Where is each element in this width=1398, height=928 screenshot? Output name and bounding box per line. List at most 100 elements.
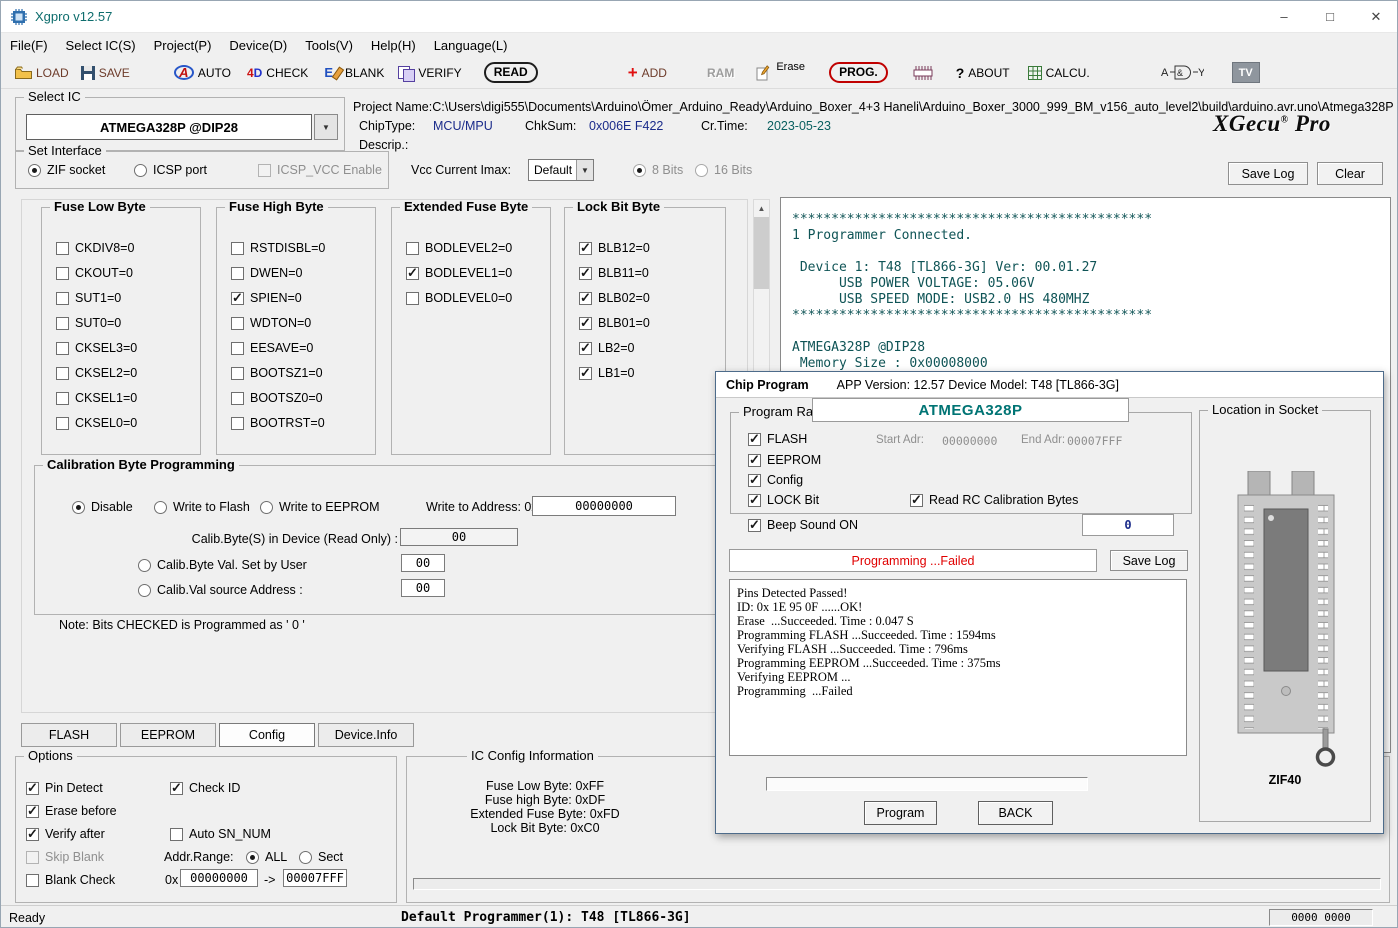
calib-src-input[interactable]: 00 bbox=[401, 579, 445, 597]
lock-bit-checkbox[interactable]: LOCK Bit bbox=[748, 493, 819, 507]
read-rc-checkbox[interactable]: Read RC Calibration Bytes bbox=[910, 493, 1078, 507]
range-from-input[interactable]: 00000000 bbox=[180, 869, 258, 887]
blank-check-label: Blank Check bbox=[45, 873, 115, 887]
prog-button[interactable]: PROG. bbox=[829, 62, 888, 83]
fuse-option[interactable]: WDTON=0 bbox=[231, 316, 375, 330]
fuse-option[interactable]: RSTDISBL=0 bbox=[231, 241, 375, 255]
bits16-radio[interactable]: 16 Bits bbox=[695, 163, 752, 177]
auto-sn-checkbox[interactable]: Auto SN_NUM bbox=[170, 827, 271, 841]
dialog-title-bar[interactable]: Chip Program APP Version: 12.57 Device M… bbox=[716, 372, 1383, 398]
dialog-log-line: Programming EEPROM ...Succeeded. Time : … bbox=[737, 656, 1179, 670]
fuse-option[interactable]: EESAVE=0 bbox=[231, 341, 375, 355]
fuse-option[interactable]: CKOUT=0 bbox=[56, 266, 200, 280]
fuse-option[interactable]: BODLEVEL1=0 bbox=[406, 266, 550, 280]
back-button[interactable]: BACK bbox=[978, 801, 1053, 825]
blank-button[interactable]: E BLANK bbox=[324, 65, 384, 80]
save-log-button[interactable]: Save Log bbox=[1228, 162, 1308, 185]
fuse-option[interactable]: CKSEL2=0 bbox=[56, 366, 200, 380]
fuse-option[interactable]: SUT1=0 bbox=[56, 291, 200, 305]
check-button[interactable]: 4D CHECK bbox=[247, 66, 308, 80]
auto-button[interactable]: A AUTO bbox=[174, 65, 231, 80]
skip-blank-checkbox[interactable]: Skip Blank bbox=[26, 850, 104, 864]
menu-item[interactable]: Project(P) bbox=[145, 35, 221, 56]
erase-button[interactable]: Erase bbox=[756, 65, 805, 81]
calib-write-eeprom-radio[interactable]: Write to EEPROM bbox=[260, 500, 379, 514]
menu-item[interactable]: Language(L) bbox=[425, 35, 517, 56]
fuse-option[interactable]: DWEN=0 bbox=[231, 266, 375, 280]
fuse-option[interactable]: BOOTSZ0=0 bbox=[231, 391, 375, 405]
selected-ic-display[interactable]: ATMEGA328P @DIP28 bbox=[26, 114, 312, 140]
scrollbar-thumb[interactable] bbox=[754, 217, 769, 289]
verify-button[interactable]: VERIFY bbox=[398, 66, 461, 80]
fuse-option[interactable]: SPIEN=0 bbox=[231, 291, 375, 305]
fuse-option[interactable]: CKDIV8=0 bbox=[56, 241, 200, 255]
tab[interactable]: EEPROM bbox=[120, 723, 216, 747]
bits8-radio[interactable]: 8 Bits bbox=[633, 163, 683, 177]
program-button[interactable]: Program bbox=[864, 801, 937, 825]
chevron-down-icon[interactable] bbox=[576, 160, 593, 180]
calcu-button[interactable]: CALCU. bbox=[1028, 66, 1090, 80]
scroll-up-icon[interactable]: ▲ bbox=[754, 200, 769, 216]
save-button[interactable]: SAVE bbox=[81, 66, 130, 80]
write-address-input[interactable]: 00000000 bbox=[532, 496, 676, 516]
verify-after-checkbox[interactable]: Verify after bbox=[26, 827, 105, 841]
vcc-current-select[interactable]: Default bbox=[528, 159, 594, 181]
minimize-button[interactable]: – bbox=[1261, 1, 1307, 32]
lock-bit-option[interactable]: BLB11=0 bbox=[579, 266, 725, 280]
tv-button[interactable]: TV bbox=[1232, 62, 1260, 83]
calib-user-radio[interactable]: Calib.Byte Val. Set by User bbox=[138, 558, 307, 572]
menu-item[interactable]: File(F) bbox=[1, 35, 57, 56]
about-button[interactable]: ? ABOUT bbox=[956, 65, 1010, 81]
fuse-option[interactable]: CKSEL3=0 bbox=[56, 341, 200, 355]
fuse-option[interactable]: BODLEVEL2=0 bbox=[406, 241, 550, 255]
blank-check-checkbox[interactable]: Blank Check bbox=[26, 873, 115, 887]
dialog-log[interactable]: Pins Detected Passed!ID: 0x 1E 95 0F ...… bbox=[729, 579, 1187, 756]
icsp-port-radio[interactable]: ICSP port bbox=[134, 163, 207, 177]
fuse-option[interactable]: CKSEL1=0 bbox=[56, 391, 200, 405]
icsp-vcc-checkbox[interactable]: ICSP_VCC Enable bbox=[258, 163, 382, 177]
calib-user-input[interactable]: 00 bbox=[401, 554, 445, 572]
calib-write-flash-radio[interactable]: Write to Flash bbox=[154, 500, 250, 514]
maximize-button[interactable]: □ bbox=[1307, 1, 1353, 32]
fuse-option[interactable]: BOOTRST=0 bbox=[231, 416, 375, 430]
menu-item[interactable]: Help(H) bbox=[362, 35, 425, 56]
fuse-option[interactable]: BODLEVEL0=0 bbox=[406, 291, 550, 305]
menu-item[interactable]: Tools(V) bbox=[296, 35, 362, 56]
dialog-save-log-button[interactable]: Save Log bbox=[1110, 550, 1188, 571]
menu-item[interactable]: Select IC(S) bbox=[57, 35, 145, 56]
load-button[interactable]: LOAD bbox=[15, 66, 69, 80]
logic-test-button[interactable]: A & Y bbox=[1160, 64, 1204, 81]
fuse-option[interactable]: BOOTSZ1=0 bbox=[231, 366, 375, 380]
fuse-option[interactable]: SUT0=0 bbox=[56, 316, 200, 330]
lock-bit-option[interactable]: LB2=0 bbox=[579, 341, 725, 355]
flash-checkbox[interactable]: FLASH bbox=[748, 432, 807, 446]
verify-icon bbox=[398, 66, 414, 80]
close-button[interactable]: ✕ bbox=[1353, 1, 1398, 32]
ic-test-button[interactable] bbox=[912, 65, 934, 81]
calib-src-radio[interactable]: Calib.Val source Address : bbox=[138, 583, 303, 597]
tab[interactable]: FLASH bbox=[21, 723, 117, 747]
fuse-option[interactable]: CKSEL0=0 bbox=[56, 416, 200, 430]
read-button[interactable]: READ bbox=[484, 62, 538, 83]
eeprom-checkbox[interactable]: EEPROM bbox=[748, 453, 821, 467]
tab[interactable]: Device.Info bbox=[318, 723, 414, 747]
lock-bit-option[interactable]: BLB12=0 bbox=[579, 241, 725, 255]
menu-item[interactable]: Device(D) bbox=[220, 35, 296, 56]
lock-bit-option[interactable]: BLB01=0 bbox=[579, 316, 725, 330]
clear-button[interactable]: Clear bbox=[1317, 162, 1383, 185]
add-button[interactable]: + ADD bbox=[628, 64, 667, 81]
check-id-checkbox[interactable]: Check ID bbox=[170, 781, 240, 795]
pin-detect-checkbox[interactable]: Pin Detect bbox=[26, 781, 103, 795]
addr-range-all-radio[interactable]: ALL bbox=[246, 850, 287, 864]
lock-bit-option[interactable]: BLB02=0 bbox=[579, 291, 725, 305]
config-checkbox[interactable]: Config bbox=[748, 473, 803, 487]
range-to-input[interactable]: 00007FFF bbox=[283, 869, 347, 887]
erase-before-checkbox[interactable]: Erase before bbox=[26, 804, 117, 818]
beep-sound-checkbox[interactable]: Beep Sound ON bbox=[748, 518, 858, 532]
lock-bit-option[interactable]: LB1=0 bbox=[579, 366, 725, 380]
select-ic-dropdown-button[interactable] bbox=[314, 114, 338, 140]
calib-disable-radio[interactable]: Disable bbox=[72, 500, 133, 514]
tab[interactable]: Config bbox=[219, 723, 315, 747]
zif-socket-radio[interactable]: ZIF socket bbox=[28, 163, 105, 177]
addr-range-sect-radio[interactable]: Sect bbox=[299, 850, 343, 864]
